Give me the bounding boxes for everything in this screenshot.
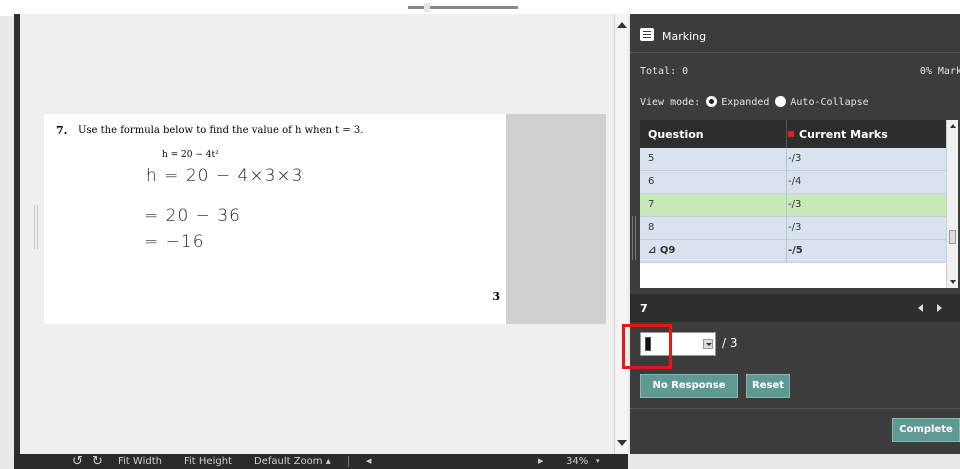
zoom-in-icon[interactable]: ▶ (538, 454, 543, 469)
unmarked-indicator-icon (788, 131, 794, 137)
expanded-radio[interactable] (706, 96, 718, 107)
row-marks: -/5 (788, 245, 803, 256)
answer-page: 7. Use the formula below to find the val… (44, 114, 506, 324)
viewer-scrollbar[interactable] (614, 14, 628, 454)
table-scroll-down-icon[interactable] (950, 280, 956, 284)
cell-divider (786, 194, 787, 217)
divider (630, 52, 960, 53)
rotate-right-icon[interactable]: ↻ (92, 454, 103, 469)
page-margin (506, 114, 606, 324)
divider (630, 408, 960, 409)
viewer-toolbar: ↺ ↻ Fit Width Fit Height Default Zoom ▴ … (14, 454, 628, 469)
table-row-selected[interactable]: 7 -/3 (640, 194, 946, 217)
question-text: Use the formula below to find the value … (78, 125, 364, 136)
no-response-button[interactable]: No Response (640, 374, 738, 398)
mark-out-of: / 3 (722, 336, 738, 350)
row-question: 6 (648, 176, 655, 187)
toolbar-divider (348, 456, 349, 467)
header-marks-label: Current Marks (799, 128, 888, 141)
fit-width-button[interactable]: Fit Width (118, 454, 162, 469)
cell-divider (786, 217, 787, 240)
total-score: Total: 0 (640, 66, 689, 77)
page-number: 3 (492, 290, 500, 303)
table-scroll-thumb[interactable] (949, 230, 956, 244)
row-marks: -/3 (788, 199, 802, 210)
viewer-resize-grip[interactable] (34, 205, 38, 249)
row-marks: -/3 (788, 222, 802, 233)
panel-title: Marking (662, 30, 707, 43)
rotate-left-icon[interactable]: ↺ (72, 454, 83, 469)
row-marks: -/4 (788, 176, 802, 187)
table-scroll-up-icon[interactable] (950, 124, 956, 128)
complete-button[interactable]: Complete (892, 418, 960, 442)
header-question[interactable]: Question (648, 128, 704, 141)
table-row[interactable]: 8 -/3 (640, 217, 946, 240)
panel-header: Marking (630, 22, 960, 50)
row-marks: -/3 (788, 153, 802, 164)
cell-divider (786, 240, 787, 263)
table-row[interactable]: 5 -/3 (640, 148, 946, 171)
view-mode: View mode: Expanded Auto-Collapse (640, 96, 869, 108)
header-current-marks[interactable]: Current Marks (788, 128, 888, 141)
auto-collapse-label[interactable]: Auto-Collapse (790, 97, 868, 108)
default-zoom-button[interactable]: Default Zoom ▴ (254, 454, 331, 469)
zoom-dropdown-icon[interactable]: ▾ (596, 454, 600, 469)
cell-divider (786, 148, 787, 171)
handwriting-line-3: = −16 (144, 232, 205, 252)
auto-collapse-radio[interactable] (775, 96, 787, 107)
current-question-bar: 7 (630, 294, 960, 322)
previous-question-icon[interactable] (918, 304, 923, 312)
scroll-down-arrow-icon[interactable] (617, 440, 627, 446)
expanded-label[interactable]: Expanded (721, 97, 769, 108)
row-question: 7 (648, 199, 655, 210)
screenshot-frame: 7. Use the formula below to find the val… (0, 0, 960, 469)
zoom-level: 34% (566, 456, 589, 467)
reset-button[interactable]: Reset (746, 374, 790, 398)
percent-marked: 0% Marked (919, 66, 960, 77)
panel-resize-grip[interactable] (632, 216, 636, 260)
table-row-group[interactable]: ⊿ Q9 -/5 (640, 240, 946, 263)
row-question: ⊿ Q9 (648, 245, 676, 256)
zoom-out-icon[interactable]: ◀ (366, 454, 371, 469)
table-header: Question Current Marks (640, 120, 946, 148)
fit-height-button[interactable]: Fit Height (184, 454, 232, 469)
handwriting-line-2: = 20 − 36 (144, 206, 241, 226)
scroll-up-arrow-icon[interactable] (617, 22, 627, 28)
table-scrollbar[interactable] (946, 120, 958, 288)
current-question-number: 7 (640, 302, 648, 315)
row-question: 8 (648, 222, 655, 233)
row-question: 5 (648, 153, 655, 164)
zoom-slider-thumb[interactable] (423, 3, 430, 12)
question-table: Question Current Marks 5 -/3 6 -/4 7 -/3 8 -… (640, 120, 958, 288)
next-question-icon[interactable] (937, 304, 942, 312)
view-mode-label: View mode: (640, 97, 701, 108)
menu-icon[interactable] (640, 28, 654, 41)
header-divider (786, 120, 787, 148)
cell-divider (786, 171, 787, 194)
handwriting-line-1: h = 20 − 4×3×3 (146, 166, 304, 186)
marking-panel: Marking Total: 0 0% Marked View mode: Exp… (622, 14, 960, 454)
highlight-box (622, 324, 672, 369)
question-number: 7. (56, 124, 68, 137)
mark-dropdown-icon[interactable] (703, 339, 713, 349)
formula: h = 20 − 4t² (162, 150, 219, 160)
table-row[interactable]: 6 -/4 (640, 171, 946, 194)
